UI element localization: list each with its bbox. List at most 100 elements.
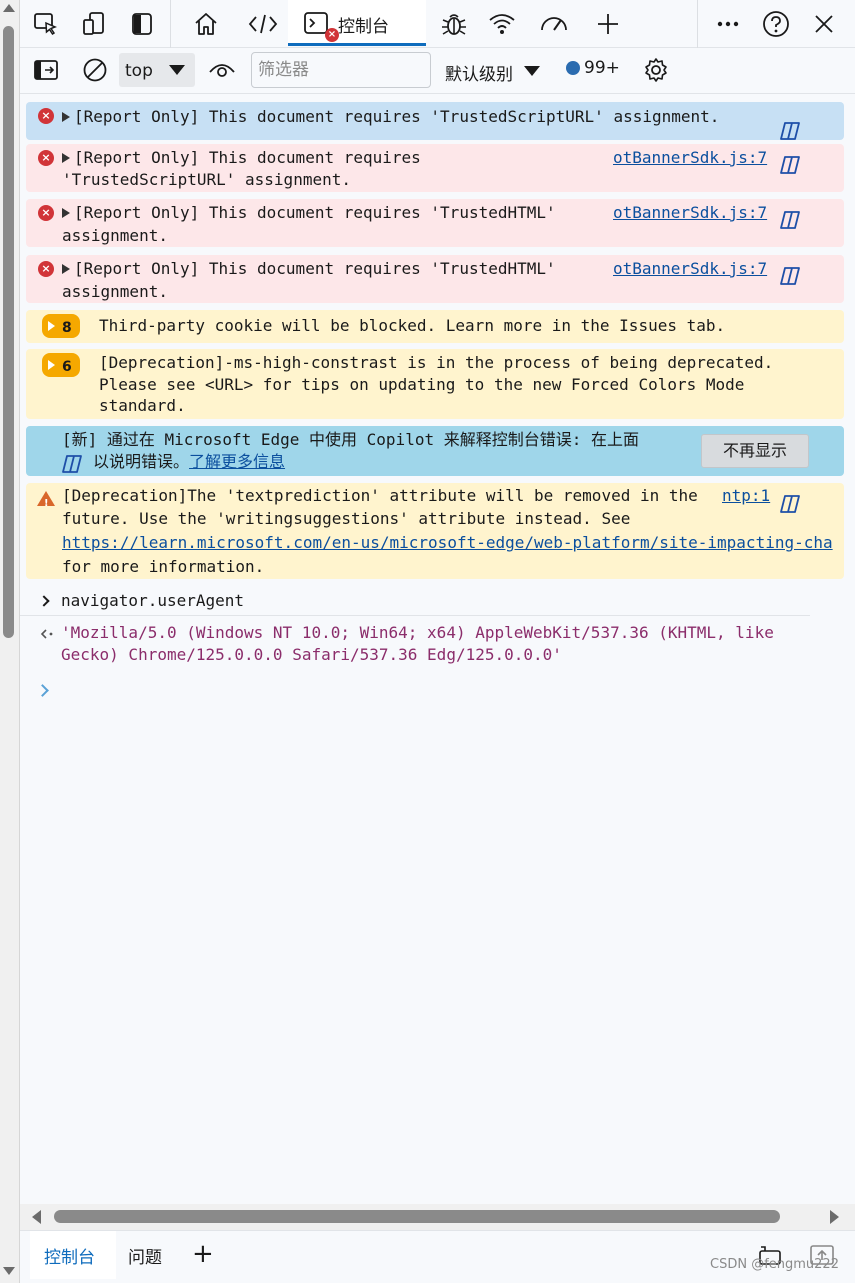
javascript-context-select[interactable]: top — [119, 53, 195, 87]
drawer-tab-issues[interactable]: 问题 — [128, 1243, 162, 1268]
sources-bug-icon[interactable] — [438, 8, 470, 40]
issue-text-continued: standard. — [99, 396, 186, 415]
horizontal-scroll-thumb[interactable] — [54, 1210, 780, 1223]
add-drawer-tab-icon[interactable]: + — [192, 1239, 214, 1269]
log-level-dropdown[interactable]: 默认级别 — [445, 60, 513, 85]
drawer-tab-console-label: 控制台 — [44, 1248, 95, 1268]
message-text-continued: assignment. — [62, 226, 168, 245]
warning-text: [Deprecation]The 'textprediction' attrib… — [62, 486, 698, 505]
message-count-value: 99+ — [584, 58, 620, 78]
message-text-continued: 'TrustedScriptURL' assignment. — [62, 170, 351, 189]
message-text: [Report Only] This document requires — [74, 148, 421, 167]
dont-show-again-button[interactable]: 不再显示 — [701, 434, 809, 468]
dock-side-icon[interactable] — [126, 8, 158, 40]
message-text: [Report Only] This document requires 'Tr… — [74, 107, 720, 126]
message-count[interactable]: 99+ — [566, 58, 620, 78]
show-sidebar-icon[interactable] — [30, 54, 62, 86]
tab-console[interactable]: × 控制台 — [288, 0, 426, 46]
command-entry: navigator.userAgent — [20, 590, 810, 616]
copilot-explain-icon[interactable] — [778, 120, 802, 142]
watermark-text: CSDN @fengmu222 — [710, 1257, 839, 1272]
drawer-tab-bar: 控制台 问题 + CSDN @fengmu222 — [20, 1230, 855, 1283]
console-error-badge: × — [325, 28, 339, 42]
copilot-icon — [62, 455, 82, 473]
result-string: 'Mozilla/5.0 (Windows NT 10.0; Win64; x6… — [61, 623, 774, 642]
context-value: top — [125, 61, 153, 81]
issue-count: 8 — [62, 320, 72, 336]
console-toolbar: top 默认级别 99+ — [20, 48, 855, 94]
devtools-tab-bar: × 控制台 — [20, 0, 855, 48]
expand-triangle-icon[interactable] — [62, 111, 70, 122]
live-expression-eye-icon[interactable] — [206, 54, 238, 86]
welcome-home-icon[interactable] — [190, 8, 222, 40]
console-message-warning[interactable]: [Deprecation]The 'textprediction' attrib… — [26, 483, 844, 579]
play-icon — [48, 321, 55, 331]
error-icon: × — [38, 108, 54, 124]
console-message-error[interactable]: × [Report Only] This document requires '… — [26, 199, 844, 247]
filter-input[interactable] — [251, 52, 431, 88]
banner-text-continued: 以说明错误。 — [93, 452, 190, 471]
chevron-right-icon — [38, 595, 50, 607]
help-icon[interactable] — [760, 8, 792, 40]
copilot-explain-icon[interactable] — [778, 493, 802, 515]
warning-icon — [37, 491, 55, 515]
performance-gauge-icon[interactable] — [538, 8, 570, 40]
deprecation-url-link[interactable]: https://learn.microsoft.com/en-us/micros… — [62, 532, 844, 554]
scroll-down-arrow[interactable] — [3, 1267, 15, 1275]
source-link[interactable]: ntp:1 — [722, 485, 770, 507]
source-link[interactable]: otBannerSdk.js:7 — [613, 147, 767, 169]
issue-message[interactable]: 6 [Deprecation]-ms-high-constrast is in … — [26, 349, 844, 419]
result-string-continued: Gecko) Chrome/125.0.0.0 Safari/537.36 Ed… — [61, 645, 562, 664]
console-messages: × [Report Only] This document requires '… — [20, 94, 855, 1204]
error-icon: × — [38, 150, 54, 166]
source-link[interactable]: otBannerSdk.js:7 — [613, 258, 767, 280]
play-icon — [48, 360, 55, 370]
chevron-down-icon — [169, 65, 185, 75]
drawer-tab-console[interactable]: 控制台 — [30, 1231, 116, 1279]
close-devtools-icon[interactable] — [808, 8, 840, 40]
issue-text: [Deprecation]-ms-high-constrast is in th… — [99, 353, 774, 372]
copilot-explain-icon[interactable] — [778, 265, 802, 287]
clear-console-icon[interactable] — [79, 54, 111, 86]
message-text-continued: assignment. — [62, 282, 168, 301]
command-text: navigator.userAgent — [61, 591, 245, 610]
vertical-scrollbar[interactable] — [0, 0, 20, 1283]
console-message-error[interactable]: × [Report Only] This document requires '… — [26, 144, 844, 192]
inspect-element-icon[interactable] — [30, 8, 62, 40]
banner-text: [新] 通过在 Microsoft Edge 中使用 Copilot 来解释控制… — [62, 430, 639, 449]
expand-triangle-icon[interactable] — [62, 152, 70, 163]
copilot-explain-icon[interactable] — [778, 154, 802, 176]
more-tools-plus-icon[interactable] — [592, 8, 624, 40]
scroll-up-arrow[interactable] — [3, 4, 15, 12]
result-arrow-icon — [40, 629, 53, 639]
scroll-left-arrow[interactable] — [32, 1210, 41, 1224]
learn-more-link[interactable]: 了解更多信息 — [189, 452, 285, 471]
error-icon: × — [38, 261, 54, 277]
copilot-explain-icon[interactable] — [778, 209, 802, 231]
chevron-down-icon — [524, 66, 540, 76]
expand-triangle-icon[interactable] — [62, 263, 70, 274]
source-link[interactable]: otBannerSdk.js:7 — [613, 202, 767, 224]
issue-count-badge[interactable]: 8 — [42, 314, 80, 338]
more-options-icon[interactable] — [712, 8, 744, 40]
message-text: [Report Only] This document requires 'Tr… — [74, 259, 556, 278]
vertical-scroll-thumb[interactable] — [3, 26, 14, 638]
message-text: [Report Only] This document requires 'Tr… — [74, 203, 556, 222]
issue-message[interactable]: 8 Third-party cookie will be blocked. Le… — [26, 310, 844, 343]
issue-count-badge[interactable]: 6 — [42, 353, 80, 377]
console-prompt-icon[interactable] — [36, 684, 49, 697]
console-message-error[interactable]: × [Report Only] This document requires '… — [26, 255, 844, 303]
network-wifi-icon[interactable] — [486, 8, 518, 40]
expand-triangle-icon[interactable] — [62, 207, 70, 218]
issue-text-continued: Please see <URL> for tips on updating to… — [99, 375, 745, 394]
issue-text: Third-party cookie will be blocked. Lear… — [99, 316, 726, 335]
console-message-error[interactable]: × [Report Only] This document requires '… — [26, 102, 844, 140]
error-icon: × — [38, 205, 54, 221]
command-result: 'Mozilla/5.0 (Windows NT 10.0; Win64; x6… — [20, 622, 810, 668]
message-bubble-icon — [566, 61, 580, 75]
elements-code-icon[interactable] — [247, 8, 279, 40]
scroll-right-arrow[interactable] — [830, 1210, 839, 1224]
console-settings-gear-icon[interactable] — [640, 54, 672, 86]
horizontal-scrollbar[interactable] — [20, 1204, 855, 1230]
device-emulation-icon[interactable] — [78, 8, 110, 40]
